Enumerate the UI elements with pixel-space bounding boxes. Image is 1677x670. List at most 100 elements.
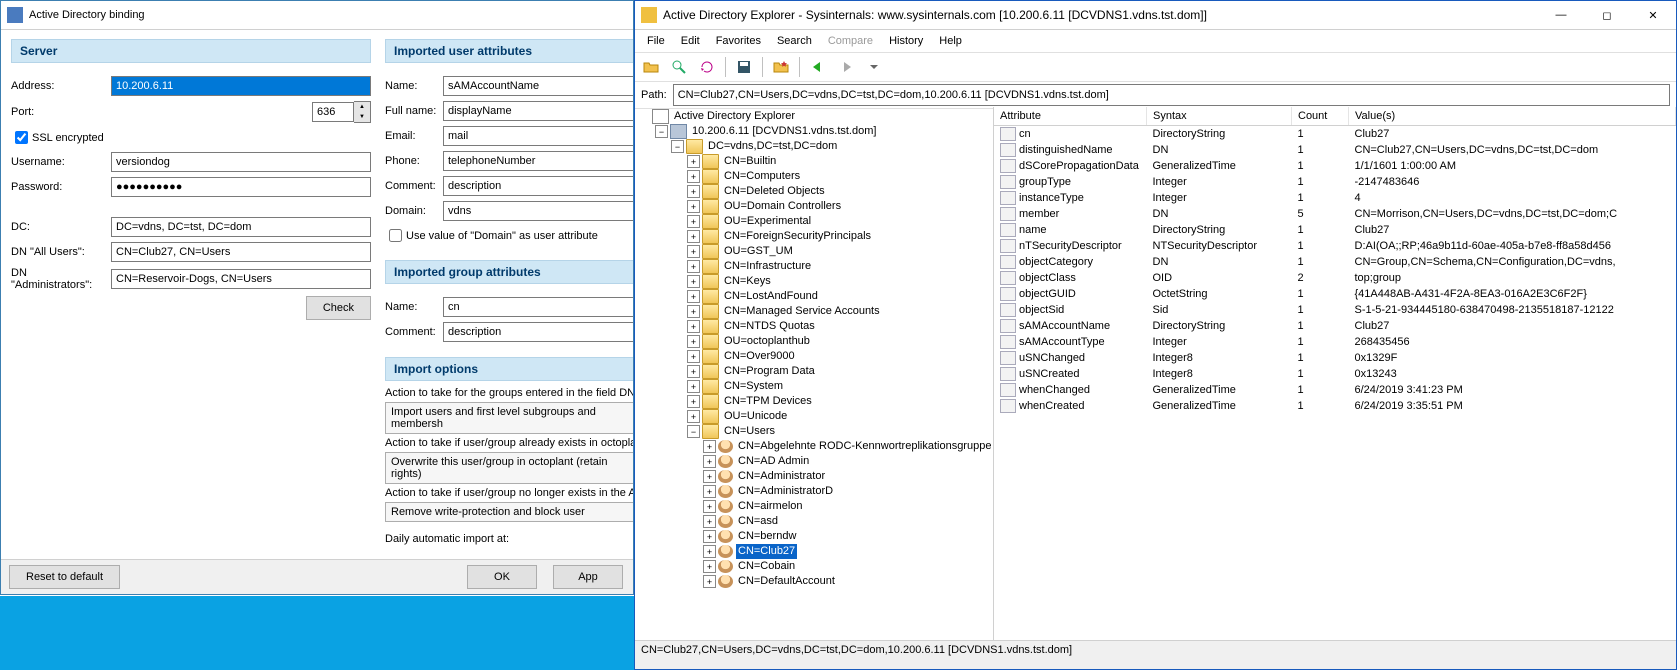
tree-node[interactable]: +CN=asd — [635, 514, 993, 529]
menu-history[interactable]: History — [881, 33, 931, 49]
tree-node[interactable]: +CN=DefaultAccount — [635, 574, 993, 589]
ok-button[interactable]: OK — [467, 565, 537, 589]
tree-node[interactable]: +CN=Infrastructure — [635, 259, 993, 274]
attr-row[interactable]: memberDN5CN=Morrison,CN=Users,DC=vdns,DC… — [994, 206, 1676, 222]
iua-comment-input[interactable] — [443, 176, 633, 196]
iga-comment-input[interactable] — [443, 322, 633, 342]
ssl-checkbox[interactable] — [15, 131, 28, 144]
attr-row[interactable]: distinguishedNameDN1CN=Club27,CN=Users,D… — [994, 142, 1676, 158]
tree-node[interactable]: +OU=Experimental — [635, 214, 993, 229]
attr-row[interactable]: objectSidSid1S-1-5-21-934445180-63847049… — [994, 302, 1676, 318]
username-input[interactable] — [111, 152, 371, 172]
opt-groups-select[interactable]: Import users and first level subgroups a… — [385, 402, 633, 434]
menu-help[interactable]: Help — [931, 33, 970, 49]
tree-node[interactable]: +CN=Keys — [635, 274, 993, 289]
tree-node[interactable]: +OU=Domain Controllers — [635, 199, 993, 214]
use-domain-checkbox[interactable] — [389, 229, 402, 242]
tree-node[interactable]: +OU=octoplanthub — [635, 334, 993, 349]
attr-row[interactable]: dSCorePropagationDataGeneralizedTime11/1… — [994, 158, 1676, 174]
tree-node[interactable]: +CN=Administrator — [635, 469, 993, 484]
tree-node[interactable]: −10.200.6.11 [DCVDNS1.vdns.tst.dom] — [635, 124, 993, 139]
attr-row[interactable]: cnDirectoryString1Club27 — [994, 126, 1676, 143]
tree-node[interactable]: +CN=Computers — [635, 169, 993, 184]
menu-edit[interactable]: Edit — [673, 33, 708, 49]
opt-exists-select[interactable]: Overwrite this user/group in octoplant (… — [385, 452, 633, 484]
attr-row[interactable]: objectGUIDOctetString1{41A448AB-A431-4F2… — [994, 286, 1676, 302]
tree-pane[interactable]: Active Directory Explorer−10.200.6.11 [D… — [635, 107, 994, 647]
tree-node[interactable]: +CN=Deleted Objects — [635, 184, 993, 199]
minimize-button[interactable]: — — [1538, 1, 1584, 29]
iga-name-input[interactable] — [443, 297, 633, 317]
col-attribute[interactable]: Attribute — [994, 107, 1147, 126]
tree-node[interactable]: +CN=Program Data — [635, 364, 993, 379]
port-spinner[interactable]: ▲▼ — [354, 101, 371, 123]
tree-node[interactable]: +CN=ForeignSecurityPrincipals — [635, 229, 993, 244]
attr-row[interactable]: uSNCreatedInteger810x13243 — [994, 366, 1676, 382]
col-value(s)[interactable]: Value(s) — [1349, 107, 1676, 126]
tree-node[interactable]: +CN=AD Admin — [635, 454, 993, 469]
attr-row[interactable]: uSNChangedInteger810x1329F — [994, 350, 1676, 366]
iua-fullname-input[interactable] — [443, 101, 633, 121]
opt-gone-select[interactable]: Remove write-protection and block user — [385, 502, 633, 522]
iua-domain-input[interactable] — [443, 201, 633, 221]
maximize-button[interactable]: ◻ — [1584, 1, 1630, 29]
back-icon[interactable] — [806, 55, 830, 79]
tree-node[interactable]: +CN=LostAndFound — [635, 289, 993, 304]
tree-node[interactable]: +CN=Builtin — [635, 154, 993, 169]
attr-row[interactable]: sAMAccountNameDirectoryString1Club27 — [994, 318, 1676, 334]
iua-phone-input[interactable] — [443, 151, 633, 171]
attr-row[interactable]: nTSecurityDescriptorNTSecurityDescriptor… — [994, 238, 1676, 254]
tree-node[interactable]: +CN=Managed Service Accounts — [635, 304, 993, 319]
find-icon[interactable] — [667, 55, 691, 79]
check-button[interactable]: Check — [306, 296, 371, 320]
tree-node[interactable]: +CN=System — [635, 379, 993, 394]
menu-file[interactable]: File — [639, 33, 673, 49]
refresh-icon[interactable] — [695, 55, 719, 79]
tree-node[interactable]: +CN=Over9000 — [635, 349, 993, 364]
password-input[interactable] — [111, 177, 371, 197]
save-icon[interactable] — [732, 55, 756, 79]
address-input[interactable] — [111, 76, 371, 96]
attribute-list[interactable]: AttributeSyntaxCountValue(s)cnDirectoryS… — [994, 107, 1676, 647]
attr-icon — [1000, 399, 1016, 413]
attr-row[interactable]: whenCreatedGeneralizedTime16/24/2019 3:3… — [994, 398, 1676, 414]
menu-search[interactable]: Search — [769, 33, 820, 49]
tree-node[interactable]: +CN=Club27 — [635, 544, 993, 559]
attr-row[interactable]: whenChangedGeneralizedTime16/24/2019 3:4… — [994, 382, 1676, 398]
port-input[interactable] — [312, 102, 354, 122]
open-icon[interactable] — [639, 55, 663, 79]
menu-favorites[interactable]: Favorites — [708, 33, 769, 49]
attr-row[interactable]: sAMAccountTypeInteger1268435456 — [994, 334, 1676, 350]
tree-node[interactable]: +OU=GST_UM — [635, 244, 993, 259]
tree-node[interactable]: +CN=NTDS Quotas — [635, 319, 993, 334]
forward-icon[interactable] — [834, 55, 858, 79]
iua-name-input[interactable] — [443, 76, 633, 96]
attr-row[interactable]: instanceTypeInteger14 — [994, 190, 1676, 206]
tree-node[interactable]: +CN=TPM Devices — [635, 394, 993, 409]
forward-menu-icon[interactable] — [862, 55, 886, 79]
tree-node[interactable]: +CN=Abgelehnte RODC-Kennwortreplikations… — [635, 439, 993, 454]
tree-node[interactable]: +CN=AdministratorD — [635, 484, 993, 499]
attr-row[interactable]: groupTypeInteger1-2147483646 — [994, 174, 1676, 190]
path-input[interactable] — [673, 84, 1670, 106]
tree-node[interactable]: +OU=Unicode — [635, 409, 993, 424]
tree-node[interactable]: +CN=airmelon — [635, 499, 993, 514]
dn-all-input[interactable] — [111, 242, 371, 262]
apply-button[interactable]: App — [553, 565, 623, 589]
col-count[interactable]: Count — [1292, 107, 1349, 126]
attr-row[interactable]: objectClassOID2top;group — [994, 270, 1676, 286]
close-button[interactable]: ✕ — [1630, 1, 1676, 29]
col-syntax[interactable]: Syntax — [1147, 107, 1292, 126]
reset-button[interactable]: Reset to default — [9, 565, 120, 589]
iua-email-input[interactable] — [443, 126, 633, 146]
dn-admin-input[interactable] — [111, 269, 371, 289]
tree-node[interactable]: Active Directory Explorer — [635, 109, 993, 124]
dc-input[interactable] — [111, 217, 371, 237]
tree-node[interactable]: −CN=Users — [635, 424, 993, 439]
favorite-icon[interactable] — [769, 55, 793, 79]
tree-node[interactable]: −DC=vdns,DC=tst,DC=dom — [635, 139, 993, 154]
attr-row[interactable]: nameDirectoryString1Club27 — [994, 222, 1676, 238]
tree-node[interactable]: +CN=berndw — [635, 529, 993, 544]
tree-node[interactable]: +CN=Cobain — [635, 559, 993, 574]
attr-row[interactable]: objectCategoryDN1CN=Group,CN=Schema,CN=C… — [994, 254, 1676, 270]
